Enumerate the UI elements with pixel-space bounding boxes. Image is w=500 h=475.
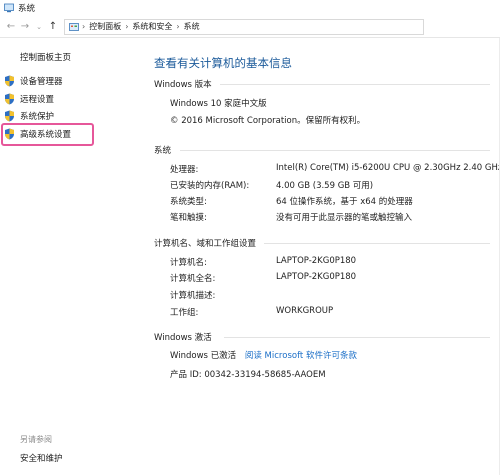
address-bar: ← → ⌄ ↑ › 控制面板 › 系统和安全 › 系统 bbox=[0, 16, 500, 38]
workgroup-label: 工作组: bbox=[170, 308, 199, 318]
product-id: 产品 ID: 00342-33194-58685-AAOEM bbox=[170, 370, 326, 380]
system-type-label: 系统类型: bbox=[170, 197, 207, 207]
window-title: 系统 bbox=[18, 4, 36, 14]
section-divider bbox=[180, 150, 490, 151]
computer-name-label: 计算机名: bbox=[170, 258, 207, 268]
windows-edition-name: Windows 10 家庭中文版 bbox=[170, 99, 267, 109]
section-heading-system: 系统 bbox=[154, 144, 494, 156]
breadcrumb[interactable]: › 控制面板 › 系统和安全 › 系统 bbox=[64, 18, 424, 35]
computer-name-value: LAPTOP-2KG0P180 bbox=[276, 256, 357, 266]
sidebar-item-system-protection[interactable]: 系统保护 bbox=[4, 109, 54, 123]
processor-value: Intel(R) Core(TM) i5-6200U CPU @ 2.30GHz… bbox=[276, 163, 500, 173]
breadcrumb-system-security[interactable]: 系统和安全 bbox=[132, 21, 172, 32]
section-heading-label: 计算机名、域和工作组设置 bbox=[154, 239, 257, 249]
section-divider bbox=[220, 84, 490, 85]
left-nav-pane: 控制面板主页 设备管理器 远程设置 系统保护 高级系统设置 另请参阅 安全和维护 bbox=[0, 38, 138, 475]
section-heading-computer-name: 计算机名、域和工作组设置 bbox=[154, 237, 494, 249]
section-heading-activation: Windows 激活 bbox=[154, 331, 494, 343]
sidebar-item-device-manager[interactable]: 设备管理器 bbox=[4, 74, 63, 88]
processor-label: 处理器: bbox=[170, 165, 199, 175]
breadcrumb-separator: › bbox=[82, 22, 86, 31]
uac-shield-icon bbox=[5, 93, 14, 105]
sidebar-item-label: 远程设置 bbox=[20, 95, 55, 105]
breadcrumb-system[interactable]: 系统 bbox=[184, 21, 200, 32]
section-heading-label: Windows 版本 bbox=[154, 80, 212, 90]
sidebar-item-label: 系统保护 bbox=[20, 112, 55, 122]
page-title: 查看有关计算机的基本信息 bbox=[154, 56, 292, 70]
main-content: 查看有关计算机的基本信息 Windows 版本 Windows 10 家庭中文版… bbox=[138, 38, 500, 475]
title-bar: 系统 bbox=[0, 0, 500, 16]
full-computer-name-label: 计算机全名: bbox=[170, 274, 216, 284]
sidebar-item-label: 设备管理器 bbox=[20, 77, 63, 87]
copyright-text: © 2016 Microsoft Corporation。保留所有权利。 bbox=[170, 116, 366, 126]
section-heading-label: 系统 bbox=[154, 146, 172, 156]
section-divider bbox=[264, 243, 490, 244]
highlight-annotation-box bbox=[1, 123, 94, 146]
sidebar-item-remote-settings[interactable]: 远程设置 bbox=[4, 92, 54, 106]
section-divider bbox=[224, 337, 490, 338]
section-heading-edition: Windows 版本 bbox=[154, 78, 494, 90]
recent-locations-chevron-icon[interactable]: ⌄ bbox=[32, 20, 46, 34]
license-terms-link[interactable]: 阅读 Microsoft 软件许可条款 bbox=[245, 351, 357, 361]
forward-arrow-icon[interactable]: → bbox=[18, 20, 32, 34]
activation-status-line: Windows 已激活 阅读 Microsoft 软件许可条款 bbox=[170, 349, 357, 361]
up-arrow-icon[interactable]: ↑ bbox=[46, 20, 60, 34]
control-panel-icon bbox=[69, 22, 79, 31]
activation-status: Windows 已激活 bbox=[170, 351, 237, 361]
system-window-icon bbox=[4, 3, 14, 13]
uac-shield-icon bbox=[5, 110, 14, 122]
ram-label: 已安装的内存(RAM): bbox=[170, 181, 250, 191]
pen-touch-value: 没有可用于此显示器的笔或触控输入 bbox=[276, 213, 413, 223]
see-also-heading: 另请参阅 bbox=[20, 435, 52, 444]
workgroup-value: WORKGROUP bbox=[276, 306, 334, 316]
system-type-value: 64 位操作系统，基于 x64 的处理器 bbox=[276, 197, 413, 207]
ram-value: 4.00 GB (3.59 GB 可用) bbox=[276, 181, 374, 191]
uac-shield-icon bbox=[5, 75, 14, 87]
section-heading-label: Windows 激活 bbox=[154, 333, 212, 343]
breadcrumb-separator: › bbox=[176, 22, 180, 31]
pen-touch-label: 笔和触摸: bbox=[170, 213, 207, 223]
security-maintenance-link[interactable]: 安全和维护 bbox=[20, 452, 63, 464]
breadcrumb-separator: › bbox=[125, 22, 129, 31]
computer-description-label: 计算机描述: bbox=[170, 291, 216, 301]
back-arrow-icon[interactable]: ← bbox=[4, 20, 18, 34]
full-computer-name-value: LAPTOP-2KG0P180 bbox=[276, 272, 357, 282]
control-panel-home-link[interactable]: 控制面板主页 bbox=[20, 51, 71, 63]
breadcrumb-control-panel[interactable]: 控制面板 bbox=[89, 21, 121, 32]
